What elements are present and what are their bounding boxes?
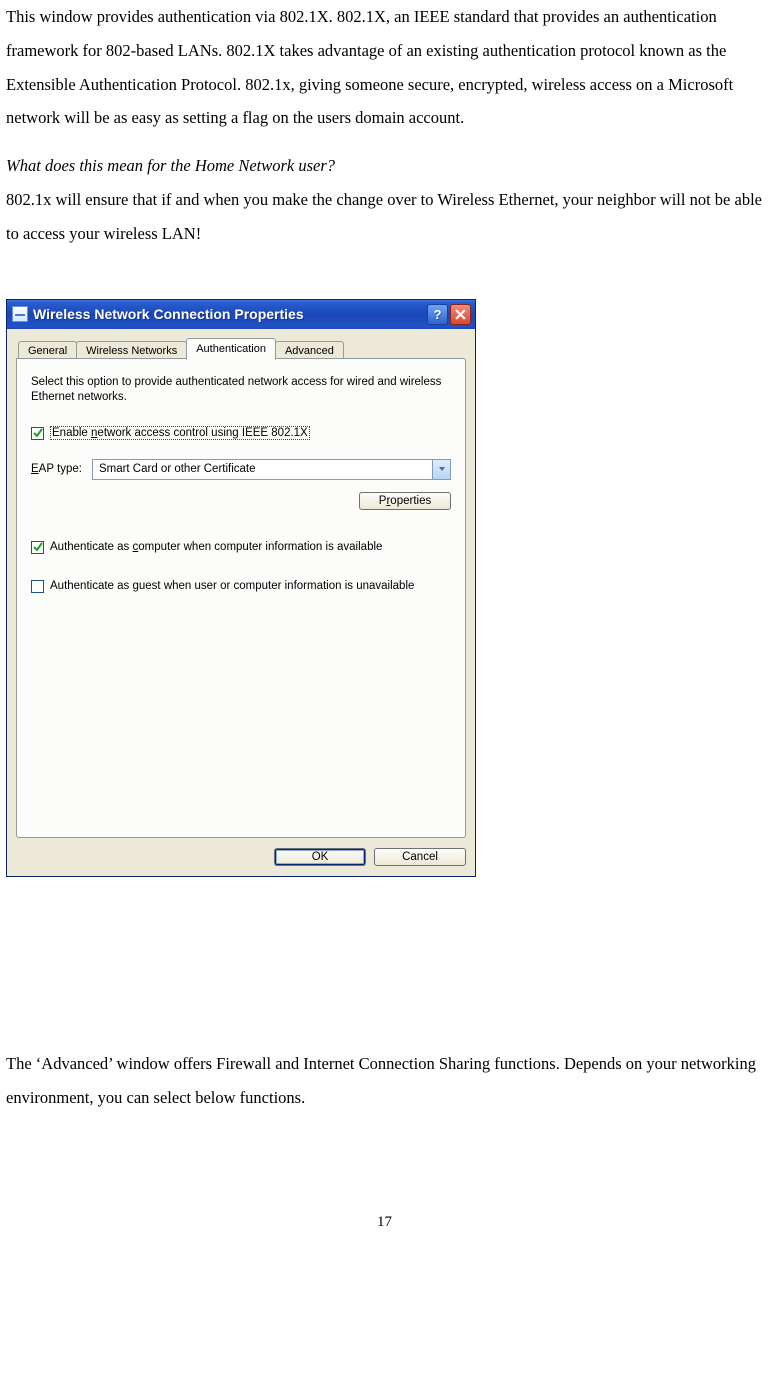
properties-button[interactable]: Properties	[359, 492, 451, 510]
page-number: 17	[6, 1214, 763, 1231]
window-title: Wireless Network Connection Properties	[33, 306, 427, 322]
titlebar[interactable]: Wireless Network Connection Properties ?	[7, 300, 475, 329]
paragraph-answer: 802.1x will ensure that if and when you …	[6, 183, 763, 251]
ok-button[interactable]: OK	[274, 848, 366, 866]
auth-as-guest-checkbox[interactable]	[31, 580, 44, 593]
tab-page-authentication: Select this option to provide authentica…	[16, 358, 466, 838]
auth-description: Select this option to provide authentica…	[31, 375, 451, 406]
heading-question: What does this mean for the Home Network…	[6, 149, 763, 183]
auth-as-computer-label: Authenticate as computer when computer i…	[50, 540, 382, 555]
check-icon	[33, 542, 43, 552]
eap-type-value: Smart Card or other Certificate	[93, 463, 432, 475]
close-icon	[455, 309, 466, 320]
eap-type-label: EAP type:	[31, 463, 82, 475]
enable-8021x-checkbox[interactable]	[31, 427, 44, 440]
network-icon	[12, 306, 28, 322]
tab-strip: General Wireless Networks Authentication…	[16, 337, 466, 359]
cancel-button[interactable]: Cancel	[374, 848, 466, 866]
dialog-window: Wireless Network Connection Properties ?…	[6, 299, 476, 877]
enable-8021x-label: Enable network access control using IEEE…	[50, 426, 310, 441]
tab-authentication[interactable]: Authentication	[186, 338, 276, 360]
paragraph-advanced: The ‘Advanced’ window offers Firewall an…	[6, 1047, 763, 1115]
close-button[interactable]	[450, 304, 471, 325]
dropdown-arrow[interactable]	[432, 460, 450, 479]
check-icon	[33, 428, 43, 438]
eap-type-select[interactable]: Smart Card or other Certificate	[92, 459, 451, 480]
auth-as-computer-checkbox[interactable]	[31, 541, 44, 554]
help-button[interactable]: ?	[427, 304, 448, 325]
auth-as-guest-label: Authenticate as guest when user or compu…	[50, 579, 414, 594]
paragraph-intro: This window provides authentication via …	[6, 0, 763, 135]
chevron-down-icon	[438, 465, 446, 473]
